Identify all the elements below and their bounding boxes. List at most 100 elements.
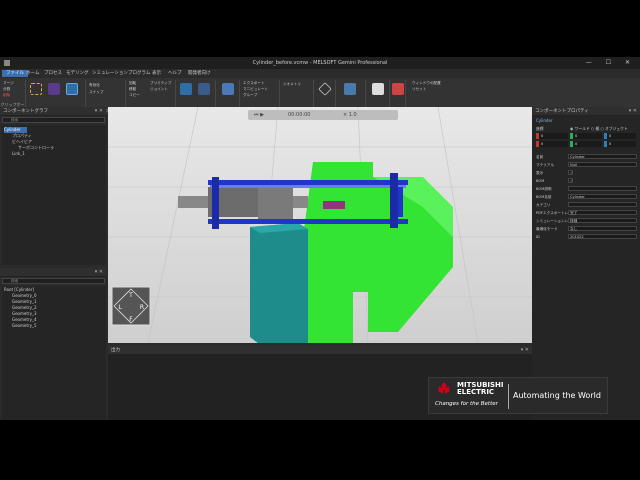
- blue-end-plate[interactable]: [390, 173, 398, 228]
- prop-bom-name: BOM名前 Cylinder: [534, 194, 639, 200]
- ribbon-reset[interactable]: リセット: [412, 87, 426, 92]
- ribbon-window-layout[interactable]: ウィンドウの配置: [412, 81, 441, 86]
- pin-icon[interactable]: ▾ ✕: [521, 346, 529, 355]
- prop-key: ID: [536, 235, 540, 239]
- menu-developer[interactable]: 開発者向け: [184, 70, 215, 77]
- brand-logo: MITSUBISHI ELECTRIC Changes for the Bett…: [428, 377, 608, 414]
- teal-block[interactable]: [250, 223, 308, 343]
- prop-value[interactable]: ✓: [568, 170, 573, 175]
- y-field[interactable]: 0: [570, 133, 602, 139]
- window-controls[interactable]: — ☐ ✕: [586, 57, 636, 69]
- ribbon-export[interactable]: エクスポート: [243, 81, 264, 86]
- properties-subtitle: Cylinder: [536, 118, 553, 123]
- 3d-viewport[interactable]: T L R F ⏮ ▶ 00:00:00 × 1.0: [108, 107, 532, 343]
- blue-rail-highlight: [210, 185, 406, 188]
- prop-value[interactable]: [568, 202, 637, 207]
- ry-field[interactable]: 0: [570, 141, 602, 147]
- prop-value[interactable]: 詳細: [568, 218, 637, 223]
- component-graph-header: コンポーネントグラフ ▾ ✕: [0, 107, 106, 116]
- coord-object[interactable]: オブジェクト: [605, 126, 628, 131]
- prop-value[interactable]: 完了: [568, 210, 637, 215]
- prop-value[interactable]: [568, 186, 637, 191]
- world-mode-icon[interactable]: [180, 83, 192, 95]
- ribbon-primitive[interactable]: プリミティブ: [150, 81, 171, 86]
- output-header: 出力 ▾ ✕: [108, 346, 532, 355]
- prop-key: 最適化モード: [536, 227, 558, 231]
- x-field[interactable]: 0: [536, 133, 568, 139]
- geometry-item[interactable]: Geometry_5: [12, 323, 37, 329]
- tree-item-link[interactable]: Link_1: [12, 151, 25, 157]
- geometry-header: ▾ ✕: [0, 268, 106, 277]
- prop-key: 表示: [536, 171, 544, 175]
- blue-rail-bottom[interactable]: [208, 219, 408, 224]
- pin-icon[interactable]: ▾ ✕: [95, 268, 103, 277]
- app-window: Cylinder_before.vcmw - MELSOFT Gemini Pr…: [0, 57, 640, 420]
- coord-label: 座標: [536, 126, 544, 131]
- snap-tool-icon[interactable]: [66, 83, 78, 95]
- z-field[interactable]: 0: [604, 133, 636, 139]
- speed-display[interactable]: × 1.0: [343, 110, 357, 120]
- prop-key: BOM: [536, 179, 545, 183]
- ribbon-split[interactable]: 分割: [3, 87, 10, 92]
- prop-key: BOM名前: [536, 195, 552, 199]
- prop-key: BOM説明: [536, 187, 552, 191]
- navigation-cube[interactable]: T L R F: [111, 286, 151, 326]
- coord-options[interactable]: ◉ ワールド ○ 親 ○ オブジェクト: [570, 126, 628, 132]
- prop-category: カテゴリ: [534, 202, 639, 208]
- prop-optimize: 最適化モード なし: [534, 226, 639, 232]
- play-icon[interactable]: ⏮ ▶: [254, 110, 264, 120]
- nav-top[interactable]: T: [128, 292, 133, 299]
- prop-key: 名前: [536, 155, 544, 159]
- menu-help[interactable]: ヘルプ: [164, 70, 186, 77]
- ribbon-copy[interactable]: コピー: [129, 93, 140, 98]
- menu-bar: ファイル ホーム プロセス モデリング シミュレーション プログラム 表示 ヘル…: [0, 69, 640, 78]
- component-tree: Cylinder プロパティ ビヘイビア サーボコントローラ Link_1: [2, 125, 106, 265]
- prop-value[interactable]: Null: [568, 162, 637, 167]
- view-icon[interactable]: [392, 83, 404, 95]
- rx-field[interactable]: 0: [536, 141, 568, 147]
- properties-header: コンポーネントプロパティ ▾ ✕: [532, 107, 640, 116]
- custom-shape-icon[interactable]: [344, 83, 356, 95]
- ribbon-move[interactable]: 移動: [129, 87, 136, 92]
- coord-parent[interactable]: 親: [595, 126, 599, 131]
- import-icon[interactable]: [222, 83, 234, 95]
- select-tool-icon[interactable]: [30, 83, 42, 95]
- component-search-input[interactable]: 検索: [2, 117, 105, 123]
- playback-toolbar: ⏮ ▶ 00:00:00 × 1.0: [248, 110, 398, 120]
- ribbon-joint[interactable]: ジョイント: [150, 87, 168, 92]
- move-tool-icon[interactable]: [48, 83, 60, 95]
- prop-key: マテリアル: [536, 163, 554, 167]
- menu-view[interactable]: 表示: [148, 70, 165, 77]
- screen: Cylinder_before.vcmw - MELSOFT Gemini Pr…: [0, 0, 640, 480]
- blue-rail-top[interactable]: [208, 180, 408, 185]
- prop-material: マテリアル Null: [534, 162, 639, 168]
- properties-icon[interactable]: [372, 83, 384, 95]
- geometry-search-input[interactable]: 検索: [2, 278, 105, 284]
- local-mode-icon[interactable]: [198, 83, 210, 95]
- brand-divider: [508, 384, 509, 409]
- ribbon-geometry[interactable]: ジオメトリ: [283, 82, 301, 87]
- ribbon-group-btn[interactable]: グループ: [243, 93, 257, 98]
- coord-world[interactable]: ワールド: [575, 126, 590, 131]
- pin-icon[interactable]: ▾ ✕: [629, 107, 637, 116]
- gem-icon[interactable]: [318, 82, 332, 96]
- prop-value[interactable]: ✓: [568, 178, 573, 183]
- prop-value[interactable]: Cylinder: [568, 194, 637, 199]
- ribbon-merge[interactable]: マージ: [3, 81, 14, 86]
- blue-end-plate-edge: [398, 187, 403, 217]
- ribbon-rotate[interactable]: 回転: [129, 81, 136, 86]
- blue-start-plate[interactable]: [212, 177, 219, 229]
- ribbon-enable[interactable]: 有効化: [89, 83, 100, 88]
- prop-value[interactable]: Cylinder: [568, 154, 637, 159]
- connector-piece[interactable]: [323, 201, 345, 209]
- properties-title: コンポーネントプロパティ: [535, 109, 589, 114]
- pin-icon[interactable]: ▾ ✕: [95, 107, 103, 116]
- nav-front[interactable]: F: [129, 316, 133, 323]
- rz-field[interactable]: 0: [604, 141, 636, 147]
- ribbon-delete[interactable]: 削除: [3, 93, 10, 98]
- prop-value[interactable]: なし: [568, 226, 637, 231]
- cylinder-head[interactable]: [258, 183, 293, 221]
- nav-right[interactable]: R: [140, 304, 144, 311]
- ribbon-snap[interactable]: スナップ: [89, 90, 103, 95]
- ribbon-manipulate[interactable]: マニピュレート: [243, 87, 268, 92]
